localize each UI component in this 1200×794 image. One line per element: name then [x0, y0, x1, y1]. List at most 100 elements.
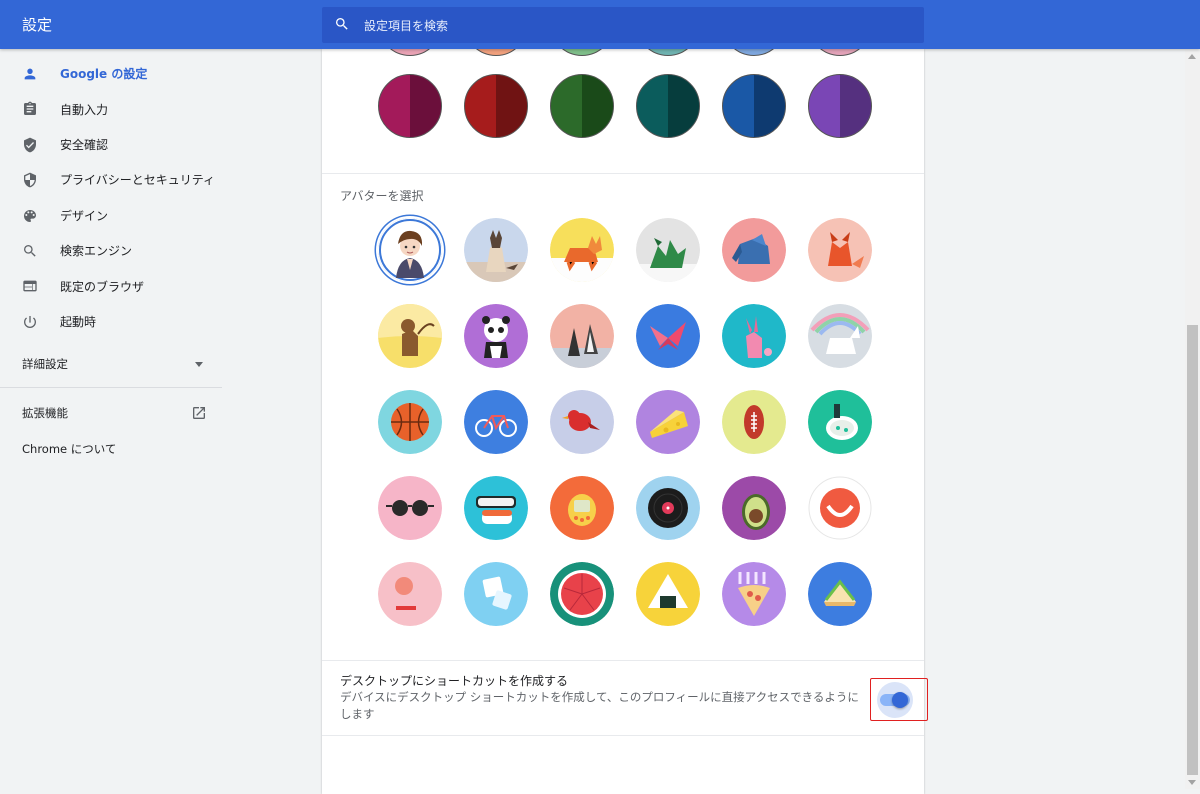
origami-cat-avatar-image: [464, 218, 528, 282]
page-title: 設定: [22, 16, 53, 34]
avatar-option-onigiri[interactable]: [636, 562, 700, 626]
sidebar-item-safety-check[interactable]: 安全確認: [0, 127, 222, 162]
color-theme-option[interactable]: [808, 74, 872, 138]
color-theme-dark-half: [496, 75, 527, 137]
scrollbar-thumb[interactable]: [1187, 325, 1198, 775]
avatar-option-origami-rabbit[interactable]: [722, 304, 786, 368]
avatar-option-origami-dragon[interactable]: [636, 218, 700, 282]
avatar-option-origami-panda[interactable]: [464, 304, 528, 368]
avatar-section-heading: アバターを選択: [340, 189, 424, 203]
toggle-knob: [892, 692, 908, 708]
avatar-option-bird[interactable]: [550, 390, 614, 454]
search-icon: [24, 244, 36, 257]
avatar-option-ice-cube[interactable]: [464, 562, 528, 626]
sidebar-item-label: 検索エンジン: [60, 244, 133, 259]
smiley-avatar-image: [808, 476, 872, 540]
sidebar-item-privacy[interactable]: プライバシーとセキュリティ: [0, 162, 222, 197]
avatar-option-football[interactable]: [722, 390, 786, 454]
vinyl-avatar-image: [636, 476, 700, 540]
avatar-option-pizza[interactable]: [722, 562, 786, 626]
color-theme-dark-half: [668, 75, 699, 137]
scroll-down-arrow-icon[interactable]: [1188, 780, 1196, 785]
ice-cube-avatar-image: [464, 562, 528, 626]
search-input[interactable]: [362, 13, 906, 39]
color-theme-option[interactable]: [464, 74, 528, 138]
origami-rabbit-avatar-image: [722, 304, 786, 368]
sidebar-item-extensions[interactable]: 拡張機能: [0, 396, 222, 430]
browser-window-icon: [23, 281, 37, 292]
desktop-shortcut-description: デバイスにデスクトップ ショートカットを作成して、このプロフィールに直接アクセス…: [340, 690, 859, 721]
cheese-avatar-image: [636, 390, 700, 454]
avatar-option-cheese[interactable]: [636, 390, 700, 454]
avatar-option-sushi[interactable]: [464, 476, 528, 540]
sidebar-item-on-startup[interactable]: 起動時: [0, 304, 222, 339]
avatar-option-custom-photo[interactable]: [378, 218, 442, 282]
sunglasses-avatar-image: [378, 476, 442, 540]
avatar-option-origami-fox[interactable]: [808, 218, 872, 282]
shield-check-icon: [24, 137, 36, 153]
avatar-option-basketball[interactable]: [378, 390, 442, 454]
origami-penguin-avatar-image: [550, 304, 614, 368]
color-theme-option[interactable]: [550, 74, 614, 138]
avatar-option-watermelon[interactable]: [550, 562, 614, 626]
section-divider: [322, 660, 924, 661]
sidebar-advanced-toggle[interactable]: 詳細設定: [0, 347, 222, 381]
profile-customize-card: アバターを選択 デスクトップにショートカットを作成する デバイスにデスクトップ …: [322, 0, 924, 794]
avatar-option-tamagotchi[interactable]: [550, 476, 614, 540]
sushi-avatar-image: [464, 476, 528, 540]
ice-cream-avatar-image: [378, 562, 442, 626]
desktop-shortcut-title: デスクトップにショートカットを作成する: [340, 674, 569, 688]
sidebar-item-autofill[interactable]: 自動入力: [0, 91, 222, 126]
avatar-option-sunglasses[interactable]: [378, 476, 442, 540]
sidebar-item-default-browser[interactable]: 既定のブラウザ: [0, 268, 222, 303]
desktop-shortcut-toggle[interactable]: [870, 678, 928, 721]
avocado-avatar-image: [722, 476, 786, 540]
shield-half-icon: [24, 172, 36, 188]
avatar-option-smiley[interactable]: [808, 476, 872, 540]
avatar-option-vinyl[interactable]: [636, 476, 700, 540]
avatar-option-ice-cream[interactable]: [378, 562, 442, 626]
sidebar-item-label: 起動時: [60, 314, 97, 329]
ramen-avatar-image: [808, 390, 872, 454]
sidebar-nav: Google の設定 自動入力 安全確認 プライバシーとセキュリティ デザイン …: [0, 56, 222, 466]
scroll-up-arrow-icon[interactable]: [1188, 54, 1196, 59]
sidebar-advanced-label: 詳細設定: [22, 357, 68, 372]
origami-monkey-avatar-image: [378, 304, 442, 368]
search-box[interactable]: [322, 7, 924, 43]
avatar-option-bike[interactable]: [464, 390, 528, 454]
origami-corgi-avatar-image: [550, 218, 614, 282]
avatar-option-origami-penguin[interactable]: [550, 304, 614, 368]
sidebar-item-label: デザイン: [60, 208, 109, 223]
color-theme-option[interactable]: [378, 74, 442, 138]
avatar-option-origami-elephant[interactable]: [722, 218, 786, 282]
custom-photo-avatar-image: [378, 218, 442, 282]
sidebar-item-appearance[interactable]: デザイン: [0, 198, 222, 233]
avatar-option-sandwich[interactable]: [808, 562, 872, 626]
avatar-option-origami-corgi[interactable]: [550, 218, 614, 282]
sidebar-item-search-engine[interactable]: 検索エンジン: [0, 233, 222, 268]
football-avatar-image: [722, 390, 786, 454]
section-divider: [322, 173, 924, 174]
origami-unicorn-avatar-image: [808, 304, 872, 368]
sidebar-divider: [0, 387, 222, 389]
open-in-new-icon: [193, 407, 205, 420]
avatar-option-origami-unicorn[interactable]: [808, 304, 872, 368]
person-icon: [24, 68, 36, 80]
avatar-option-ramen[interactable]: [808, 390, 872, 454]
avatar-option-origami-monkey[interactable]: [378, 304, 442, 368]
tamagotchi-avatar-image: [550, 476, 614, 540]
sidebar-item-about-chrome[interactable]: Chrome について: [0, 432, 222, 466]
avatar-option-origami-cat[interactable]: [464, 218, 528, 282]
section-divider: [322, 735, 924, 736]
origami-fox-avatar-image: [808, 218, 872, 282]
avatar-option-origami-butterfly[interactable]: [636, 304, 700, 368]
bird-avatar-image: [550, 390, 614, 454]
sidebar-extensions-label: 拡張機能: [22, 406, 68, 421]
color-theme-option[interactable]: [636, 74, 700, 138]
color-theme-option[interactable]: [722, 74, 786, 138]
clipboard-icon: [24, 102, 36, 116]
sidebar-item-label: プライバシーとセキュリティ: [60, 173, 216, 188]
sidebar-item-google-settings[interactable]: Google の設定: [0, 56, 222, 91]
avatar-option-avocado[interactable]: [722, 476, 786, 540]
sidebar-item-label: Google の設定: [60, 67, 148, 82]
